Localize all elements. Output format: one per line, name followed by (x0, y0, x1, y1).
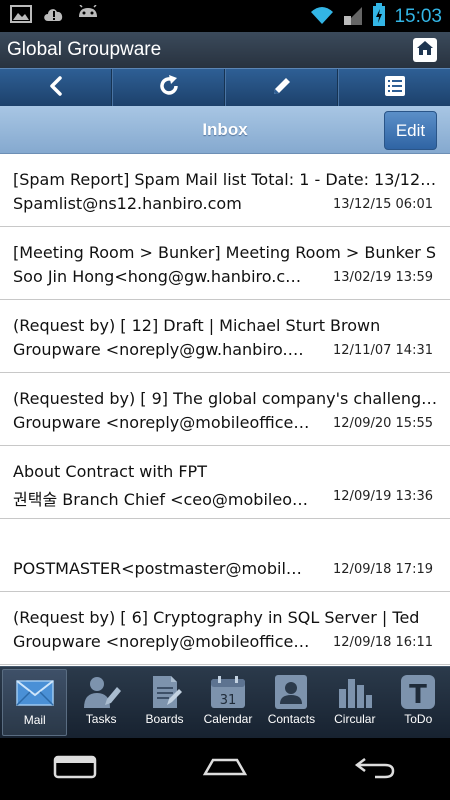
home-button[interactable] (413, 38, 437, 62)
tab-label: Contacts (267, 712, 316, 726)
mail-sender: 권택술 Branch Chief <ceo@mobileoffice.com> (13, 490, 310, 509)
mail-subject: [Meeting Room > Bunker] Meeting Room > B… (13, 243, 437, 262)
mail-date: 12/09/20 15:55 (333, 416, 433, 431)
back-nav-icon[interactable] (351, 754, 399, 784)
mail-date: 12/09/19 13:36 (333, 489, 433, 504)
mail-subject: About Contract with FPT (13, 462, 207, 481)
mail-sender: Spamlist@ns12.hanbiro.com (13, 194, 242, 213)
mail-item[interactable]: About Contract with FPT 권택술 Branch Chief… (0, 446, 450, 519)
mail-item[interactable]: (Request by) [ 12] Draft | Michael Sturt… (0, 300, 450, 373)
home-icon (416, 39, 434, 61)
tab-contacts[interactable]: Contacts (260, 667, 323, 738)
mail-subject: (Request by) [ 6] Cryptography in SQL Se… (13, 608, 420, 627)
tab-boards[interactable]: Boards (133, 667, 196, 738)
todo-icon: T (398, 674, 438, 710)
mail-sender: POSTMASTER<postmaster@mobileoffice.com> (13, 559, 310, 578)
contacts-icon (271, 674, 311, 710)
mail-subject: (Request by) [ 12] Draft | Michael Sturt… (13, 316, 381, 335)
list-icon (384, 75, 406, 101)
cloud-alert-icon (42, 5, 66, 27)
tab-mail[interactable]: Mail (2, 669, 68, 736)
mail-sender: Groupware <noreply@mobileoffice.com> (13, 413, 310, 432)
calendar-icon: 31 (208, 674, 248, 710)
tab-label: Tasks (85, 712, 117, 726)
mail-date: 13/02/19 13:59 (333, 270, 433, 285)
mail-subject: (Requested by) [ 9] The global company's… (13, 389, 438, 408)
app-title: Global Groupware (7, 39, 162, 60)
wifi-icon (310, 5, 334, 29)
tab-circular[interactable]: Circular (323, 667, 386, 738)
system-nav-bar (0, 738, 450, 800)
tab-todo[interactable]: T ToDo (387, 667, 450, 738)
status-bar: 15:03 (0, 0, 450, 32)
mail-date: 12/09/18 16:11 (333, 635, 433, 650)
android-icon (76, 4, 100, 27)
mail-list: [Spam Report] Spam Mail list Total: 1 - … (0, 154, 450, 666)
bottom-tab-bar: Mail Tasks Boards 31 Calendar Contacts C… (0, 666, 450, 738)
mail-item[interactable]: [Spam Report] Spam Mail list Total: 1 - … (0, 154, 450, 227)
image-icon (10, 5, 32, 27)
signal-icon (342, 4, 364, 30)
app-title-bar: Global Groupware (0, 32, 450, 68)
refresh-icon (157, 74, 181, 102)
clock: 15:03 (394, 6, 442, 27)
boards-icon (145, 674, 185, 710)
circular-icon (335, 674, 375, 710)
home-nav-icon[interactable] (201, 754, 249, 784)
mail-sender: Soo Jin Hong<hong@gw.hanbiro.com> (13, 267, 310, 286)
mail-sender: Groupware <noreply@gw.hanbiro.com> (13, 340, 310, 359)
action-toolbar (0, 68, 450, 106)
tab-calendar[interactable]: 31 Calendar (196, 667, 259, 738)
list-view-button[interactable] (338, 69, 450, 106)
refresh-button[interactable] (112, 69, 225, 106)
mail-subject: [Spam Report] Spam Mail list Total: 1 - … (13, 170, 438, 189)
mail-date: 12/11/07 14:31 (333, 343, 433, 358)
compose-button[interactable] (225, 69, 338, 106)
svg-text:T: T (409, 680, 427, 710)
mail-date: 12/09/18 17:19 (333, 562, 433, 577)
svg-text:31: 31 (220, 693, 237, 708)
recent-apps-icon[interactable] (51, 754, 99, 784)
back-button[interactable] (0, 69, 112, 106)
tab-label: Circular (334, 712, 376, 726)
mail-item[interactable]: [Meeting Room > Bunker] Meeting Room > B… (0, 227, 450, 300)
mail-item[interactable]: (Requested by) [ 9] The global company's… (0, 373, 450, 446)
tab-label: Mail (23, 713, 46, 727)
mail-sender: Groupware <noreply@mobileoffice.com> (13, 632, 310, 651)
tab-label: Boards (145, 712, 184, 726)
mail-item[interactable]: POSTMASTER<postmaster@mobileoffice.com> … (0, 519, 450, 592)
mail-item[interactable]: (Request by) [ 6] Cryptography in SQL Se… (0, 592, 450, 665)
back-icon (48, 75, 64, 101)
edit-pencil-icon (270, 74, 294, 102)
tasks-icon (81, 674, 122, 710)
tab-tasks[interactable]: Tasks (69, 667, 132, 738)
mail-date: 13/12/15 06:01 (333, 197, 433, 212)
page-title: Inbox (202, 120, 248, 139)
tab-label: ToDo (404, 712, 433, 726)
tab-label: Calendar (203, 712, 253, 726)
edit-button[interactable]: Edit (384, 111, 437, 150)
battery-icon (372, 3, 386, 31)
inbox-header: Inbox Edit (0, 106, 450, 154)
mail-icon (15, 675, 55, 711)
